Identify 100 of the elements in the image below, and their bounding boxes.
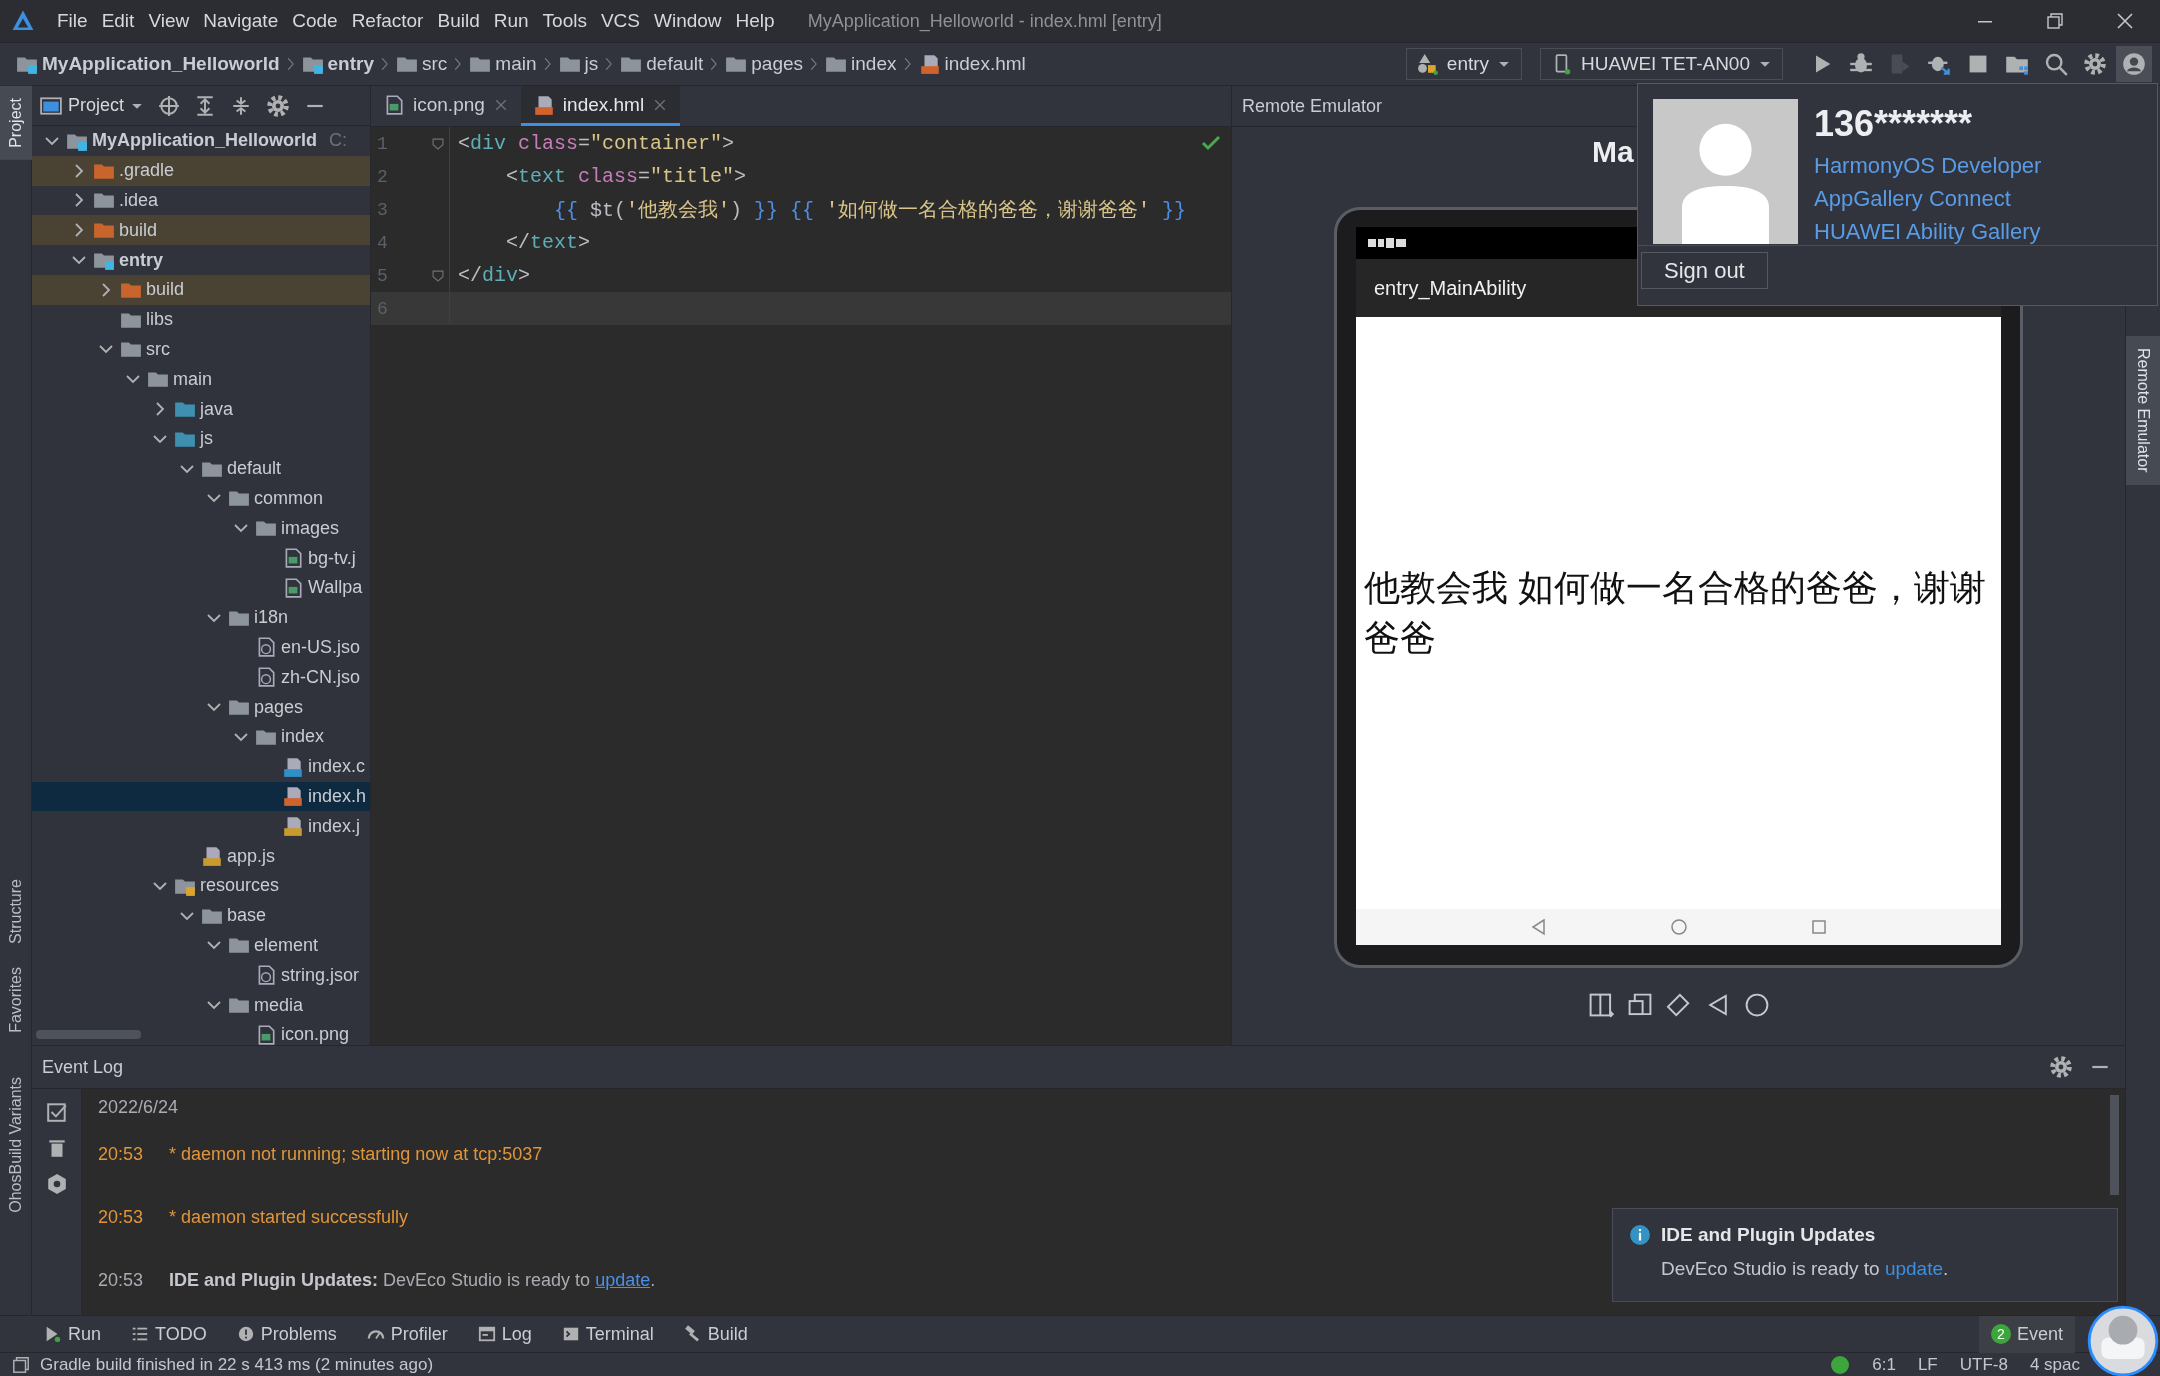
tree-item[interactable]: build bbox=[32, 275, 370, 305]
tool-window-button[interactable]: Problems bbox=[236, 1323, 337, 1345]
tree-item[interactable]: zh-CN.jso bbox=[32, 662, 370, 693]
list-icon bbox=[131, 1325, 150, 1343]
line-ending[interactable]: LF bbox=[1917, 1354, 1938, 1375]
tree-item[interactable]: string.jsor bbox=[32, 960, 370, 991]
tree-item[interactable]: default bbox=[32, 453, 370, 484]
tree-item[interactable]: resources bbox=[32, 870, 370, 901]
device-dropdown[interactable]: HUAWEI TET-AN00 bbox=[1540, 48, 1783, 80]
tool-window-button[interactable]: Profiler bbox=[366, 1323, 448, 1345]
tree-item[interactable]: index.j bbox=[32, 811, 370, 842]
tree-item[interactable]: images bbox=[32, 513, 370, 544]
tree-item[interactable]: common bbox=[32, 483, 370, 514]
breadcrumb-item[interactable]: main bbox=[469, 53, 537, 75]
breadcrumb-item[interactable]: index bbox=[825, 53, 897, 75]
menu-item[interactable]: Navigate bbox=[196, 10, 286, 32]
tree-item[interactable]: build bbox=[32, 215, 370, 246]
path-hint: C: bbox=[329, 130, 348, 152]
menu-item[interactable]: Run bbox=[486, 10, 536, 32]
editor-tab[interactable]: icon.png bbox=[371, 86, 521, 126]
tree-item[interactable]: en-US.jso bbox=[32, 632, 370, 663]
tree-item[interactable]: index bbox=[32, 721, 370, 752]
indent-setting[interactable]: 4 spac bbox=[2029, 1354, 2080, 1375]
panel-toggle-icon[interactable] bbox=[12, 1355, 30, 1374]
tree-item[interactable]: java bbox=[32, 394, 370, 424]
tool-window-button[interactable]: Terminal bbox=[561, 1323, 654, 1345]
tree-item[interactable]: src bbox=[32, 334, 370, 365]
tool-window-button[interactable]: Build bbox=[683, 1323, 748, 1345]
tree-item[interactable]: main bbox=[32, 364, 370, 395]
update-link[interactable]: update bbox=[1884, 1258, 1943, 1279]
account-link[interactable]: HarmonyOS Developer bbox=[1814, 149, 2042, 182]
update-link[interactable]: update bbox=[595, 1269, 651, 1290]
run-config-dropdown[interactable]: entry bbox=[1405, 48, 1523, 80]
rotate-icon[interactable] bbox=[1665, 992, 1692, 1018]
tree-item[interactable]: app.js bbox=[32, 841, 370, 871]
tool-window-button[interactable]: Log bbox=[477, 1323, 532, 1345]
panel-title: Event Log bbox=[42, 1056, 124, 1078]
account-link[interactable]: AppGallery Connect bbox=[1814, 182, 2042, 215]
tree-item[interactable]: entry bbox=[32, 245, 370, 275]
menu-item[interactable]: Code bbox=[285, 10, 345, 32]
tree-item[interactable]: .idea bbox=[32, 185, 370, 216]
scrollbar[interactable] bbox=[2110, 1095, 2119, 1195]
project-view-dropdown[interactable]: Project bbox=[40, 94, 145, 117]
hexagon-icon[interactable] bbox=[45, 1173, 68, 1195]
editor-tab[interactable]: index.hml bbox=[520, 86, 681, 126]
tree-item[interactable]: bg-tv.j bbox=[32, 543, 370, 573]
breadcrumb-item[interactable]: default bbox=[620, 53, 704, 75]
menu-item[interactable]: Help bbox=[728, 10, 782, 32]
scrollbar[interactable] bbox=[36, 1030, 141, 1039]
close-icon[interactable] bbox=[2115, 11, 2135, 31]
tree-item[interactable]: index.c bbox=[32, 751, 370, 782]
menu-item[interactable]: Window bbox=[647, 10, 729, 32]
home-icon[interactable] bbox=[1668, 917, 1689, 937]
screen-text: 他教会我 如何做一名合格的爸爸，谢谢爸爸 bbox=[1364, 565, 1987, 660]
tool-window-tab[interactable]: Favorites bbox=[0, 955, 32, 1046]
tool-window-tab[interactable]: Structure bbox=[0, 866, 32, 956]
split-screen-icon[interactable] bbox=[1587, 992, 1614, 1018]
tool-window-button[interactable]: TODO bbox=[131, 1323, 207, 1345]
menu-item[interactable]: Refactor bbox=[344, 10, 431, 32]
breadcrumb-item[interactable]: MyApplication_Helloworld bbox=[16, 53, 280, 75]
tool-window-button[interactable]: Run bbox=[44, 1323, 102, 1345]
restore-icon[interactable] bbox=[2045, 11, 2065, 31]
menu-item[interactable]: View bbox=[141, 10, 197, 32]
breadcrumb-item[interactable]: entry bbox=[301, 53, 374, 75]
tool-window-tab[interactable]: Remote Emulator bbox=[2125, 336, 2160, 485]
account-link[interactable]: HUAWEI Ability Gallery bbox=[1814, 215, 2042, 248]
menu-item[interactable]: VCS bbox=[593, 10, 647, 32]
mark-read-icon[interactable] bbox=[45, 1101, 68, 1123]
tree-item[interactable]: .gradle bbox=[32, 155, 370, 186]
home-icon[interactable] bbox=[1743, 992, 1770, 1018]
fold-marker-icon bbox=[431, 136, 445, 151]
tree-item[interactable]: MyApplication_Helloworld C: bbox=[32, 126, 370, 156]
file-encoding[interactable]: UTF-8 bbox=[1959, 1354, 2008, 1375]
menu-item[interactable]: Tools bbox=[535, 10, 594, 32]
tree-item[interactable]: i18n bbox=[32, 602, 370, 633]
tool-window-tab[interactable]: OhosBuild Variants bbox=[0, 1065, 32, 1225]
tree-item[interactable]: libs bbox=[32, 304, 370, 335]
locate-icon[interactable] bbox=[158, 94, 181, 117]
account-button[interactable] bbox=[2116, 46, 2152, 82]
tree-item[interactable]: element bbox=[32, 930, 370, 961]
cursor-position[interactable]: 6:1 bbox=[1872, 1354, 1896, 1375]
breadcrumb-item[interactable]: index.hml bbox=[918, 53, 1026, 75]
tree-item[interactable]: pages bbox=[32, 692, 370, 722]
breadcrumb-item[interactable]: js bbox=[558, 53, 599, 75]
menu-item[interactable]: Build bbox=[430, 10, 487, 32]
sign-out-button[interactable]: Sign out bbox=[1641, 252, 1768, 289]
tree-item[interactable]: icon.png bbox=[32, 1019, 370, 1045]
menu-item[interactable]: Edit bbox=[94, 10, 142, 32]
tree-item[interactable]: base bbox=[32, 900, 370, 931]
tree-item[interactable]: media bbox=[32, 990, 370, 1020]
breadcrumb-item[interactable]: src bbox=[396, 53, 448, 75]
resize-icon[interactable] bbox=[1626, 992, 1653, 1018]
tool-window-tab[interactable]: Project bbox=[0, 86, 32, 160]
tree-item[interactable]: index.h bbox=[32, 781, 370, 812]
event-log-button[interactable]: 2 Event bbox=[1978, 1315, 2075, 1353]
menu-item[interactable]: File bbox=[50, 10, 95, 32]
tree-item[interactable]: Wallpa bbox=[32, 572, 370, 603]
breadcrumb-item[interactable]: pages bbox=[725, 53, 804, 75]
tree-item[interactable]: js bbox=[32, 423, 370, 454]
assistant-avatar-icon[interactable] bbox=[2087, 1305, 2159, 1376]
